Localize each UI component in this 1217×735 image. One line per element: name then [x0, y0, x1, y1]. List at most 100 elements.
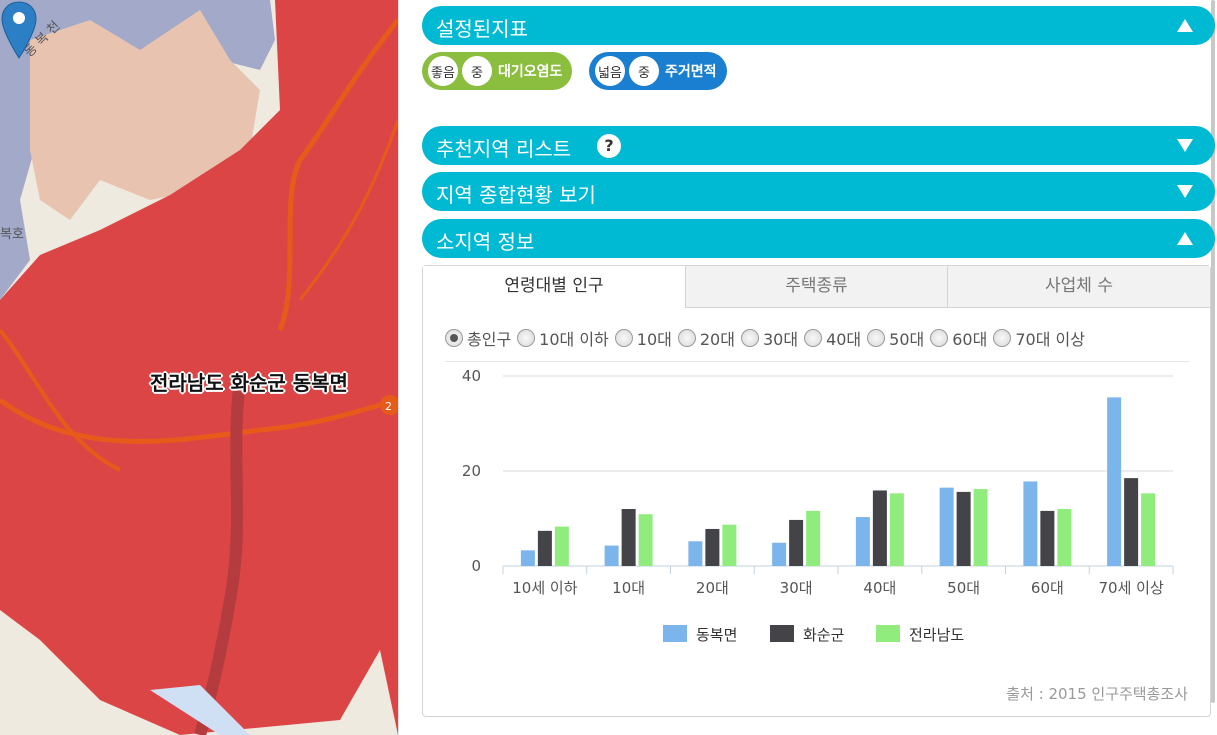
bar-전라남도[interactable]	[554, 526, 569, 566]
bar-전라남도[interactable]	[1057, 509, 1072, 566]
section-title: 지역 종합현황 보기	[436, 183, 596, 207]
scrollbar[interactable]	[1211, 0, 1215, 703]
section-title: 소지역 정보	[436, 230, 535, 254]
radio-circle-icon[interactable]	[740, 329, 759, 347]
bar-전라남도[interactable]	[889, 493, 904, 566]
radio-option[interactable]: 총인구	[445, 326, 511, 350]
age-population-chart: 0 20 40 10세 이하 10대 20대 30대 40대 50대 60대 70세 이상동복면 화순…	[462, 367, 1174, 644]
legend-label[interactable]: 동복면	[696, 626, 737, 644]
x-tick-label: 10대	[612, 579, 645, 597]
legend-label[interactable]: 전라남도	[909, 626, 964, 644]
section-recommend-header[interactable]: 추천지역 리스트 ?	[422, 126, 1215, 165]
collapse-arrow-icon[interactable]	[1177, 232, 1193, 245]
radio-circle-icon[interactable]	[445, 329, 463, 347]
expand-arrow-icon[interactable]	[1177, 139, 1193, 152]
section-title: 설정된지표	[436, 17, 528, 41]
bar-전라남도[interactable]	[806, 510, 821, 566]
bar-동복면[interactable]	[772, 542, 787, 566]
radio-option[interactable]: 10대 이하	[517, 326, 609, 350]
help-icon[interactable]: ?	[597, 134, 621, 158]
radio-circle-icon[interactable]	[867, 329, 886, 347]
bar-화순군[interactable]	[956, 491, 971, 566]
radio-option[interactable]: 70대 이상	[993, 326, 1085, 350]
bar-화순군[interactable]	[621, 509, 636, 566]
radio-circle-icon[interactable]	[993, 329, 1012, 347]
collapse-arrow-icon[interactable]	[1177, 19, 1193, 32]
section-title: 추천지역 리스트	[436, 137, 572, 161]
place-label: 전라남도 화순군 동복면	[150, 371, 348, 395]
x-tick-label: 50대	[947, 579, 980, 597]
bar-동복면[interactable]	[1107, 397, 1122, 566]
chip-weight: 중	[629, 56, 659, 86]
radio-option[interactable]: 60대	[930, 326, 987, 350]
bar-동복면[interactable]	[520, 550, 535, 566]
x-tick-label: 30대	[780, 579, 813, 597]
radio-circle-icon[interactable]	[804, 329, 823, 347]
legend-swatch[interactable]	[876, 625, 900, 642]
radio-circle-icon[interactable]	[614, 329, 633, 347]
map-view[interactable]: 2 동 복 천 복호 전라남도 화순군 동복면	[0, 0, 398, 735]
radio-label: 40대	[826, 330, 862, 349]
radio-label: 20대	[699, 330, 735, 349]
radio-option[interactable]: 10대	[614, 326, 672, 350]
road-badge-text: 2	[385, 400, 392, 413]
bar-전라남도[interactable]	[1141, 493, 1156, 566]
info-panel: 설정된지표 좋음 중 대기오염도 넓음 중 주거면적 추천지역 리스트 ? 지역…	[398, 0, 1217, 735]
bar-전라남도[interactable]	[638, 514, 653, 566]
bar-화순군[interactable]	[789, 519, 804, 566]
lake-label: 복호	[0, 227, 24, 242]
chip-level: 넓음	[595, 56, 625, 86]
legend-label[interactable]: 화순군	[803, 626, 845, 644]
radio-circle-icon[interactable]	[930, 329, 949, 347]
radio-option[interactable]: 50대	[867, 326, 924, 350]
bar-전라남도[interactable]	[973, 489, 988, 566]
radio-circle-icon[interactable]	[517, 329, 536, 347]
radio-option[interactable]: 40대	[804, 326, 861, 350]
legend-swatch[interactable]	[663, 625, 687, 642]
chip-weight: 중	[462, 56, 492, 86]
tab-housing-type[interactable]: 주택종류	[685, 266, 947, 308]
bar-화순군[interactable]	[705, 528, 720, 566]
location-pin-icon[interactable]	[0, 0, 38, 62]
bar-동복면[interactable]	[688, 541, 703, 566]
y-tick-label: 40	[462, 367, 481, 385]
y-tick-label: 20	[462, 462, 481, 480]
expand-arrow-icon[interactable]	[1177, 185, 1193, 198]
indicator-chip-air[interactable]: 좋음 중 대기오염도	[422, 52, 573, 90]
radio-label: 60대	[952, 330, 988, 349]
tab-business-count[interactable]: 사업체 수	[947, 266, 1210, 308]
section-overview-header[interactable]: 지역 종합현황 보기	[422, 172, 1215, 211]
chip-level: 좋음	[428, 56, 458, 86]
tab-age-population[interactable]: 연령대별 인구	[423, 266, 685, 308]
bar-화순군[interactable]	[1124, 478, 1139, 566]
radio-label: 30대	[762, 330, 799, 349]
age-filter-radios: 총인구 10대 이하 10대 20대 30대 40대 50대 60대 70대 이상	[445, 326, 1091, 350]
x-tick-label: 60대	[1031, 579, 1064, 597]
source-note: 출처 : 2015 인구주택총조사	[1006, 685, 1188, 703]
indicator-chip-housing[interactable]: 넓음 중 주거면적	[589, 52, 727, 90]
radio-label: 70대 이상	[1015, 330, 1085, 349]
radio-option[interactable]: 30대	[740, 326, 799, 350]
legend-swatch[interactable]	[770, 625, 794, 642]
radio-option[interactable]: 20대	[677, 326, 735, 350]
section-indicators-header[interactable]: 설정된지표	[422, 6, 1215, 45]
y-tick-label: 0	[471, 557, 481, 575]
subregion-tabs: 연령대별 인구 주택종류 사업체 수 총인구 10대 이하 10대 20대 30대 40대…	[422, 265, 1211, 717]
bar-동복면[interactable]	[1023, 481, 1038, 566]
radio-label: 총인구	[467, 330, 512, 349]
chip-label: 대기오염도	[498, 64, 563, 80]
radio-circle-icon[interactable]	[677, 329, 696, 347]
radio-label: 50대	[889, 330, 925, 349]
x-tick-label: 40대	[863, 579, 896, 597]
x-tick-label: 70세 이상	[1098, 579, 1163, 597]
section-subregion-header[interactable]: 소지역 정보	[422, 219, 1215, 258]
bar-동복면[interactable]	[855, 517, 870, 566]
bar-동복면[interactable]	[604, 545, 619, 566]
bar-화순군[interactable]	[1040, 510, 1055, 566]
radio-label: 10대 이하	[539, 330, 609, 349]
x-tick-label: 10세 이하	[512, 579, 577, 597]
bar-화순군[interactable]	[537, 530, 552, 566]
bar-전라남도[interactable]	[722, 524, 737, 566]
bar-화순군[interactable]	[872, 490, 887, 566]
bar-동복면[interactable]	[939, 487, 954, 566]
